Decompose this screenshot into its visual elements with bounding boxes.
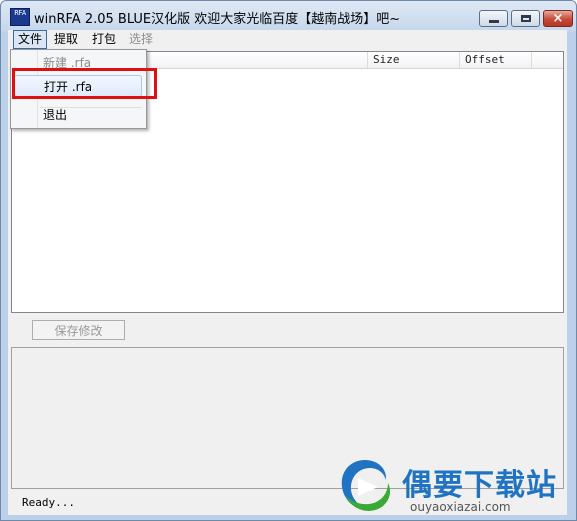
column-header-size[interactable]: Size (368, 52, 460, 68)
watermark-title: 偶要下载站 (402, 468, 557, 503)
app-icon: RFA (10, 8, 30, 26)
minimize-button[interactable] (479, 10, 508, 27)
column-header-offset[interactable]: Offset (460, 52, 532, 68)
close-icon: × (552, 11, 564, 26)
close-button[interactable]: × (543, 10, 573, 27)
menu-extract[interactable]: 提取 (50, 31, 82, 48)
watermark: 偶要下载站 ouyaoxiazai.com (336, 456, 572, 518)
annotation-highlight-box (12, 68, 157, 99)
menu-file[interactable]: 文件 (13, 30, 48, 49)
menu-item-exit[interactable]: 退出 (14, 104, 142, 126)
watermark-logo-icon (341, 460, 391, 511)
watermark-subtitle: ouyaoxiazai.com (410, 500, 511, 514)
menu-bar: 文件 提取 打包 选择 (8, 30, 567, 49)
save-changes-button[interactable]: 保存修改 (32, 320, 125, 340)
action-panel: 保存修改 (8, 313, 567, 345)
status-text: Ready... (22, 496, 75, 509)
maximize-icon (521, 15, 531, 22)
menu-select[interactable]: 选择 (125, 31, 157, 48)
title-bar[interactable]: RFA winRFA 2.05 BLUE汉化版 欢迎大家光临百度【越南战场】吧~… (1, 1, 576, 31)
maximize-button[interactable] (511, 10, 540, 27)
window-title: winRFA 2.05 BLUE汉化版 欢迎大家光临百度【越南战场】吧~ (34, 12, 401, 27)
minimize-icon (489, 20, 499, 23)
menu-pack[interactable]: 打包 (88, 31, 120, 48)
